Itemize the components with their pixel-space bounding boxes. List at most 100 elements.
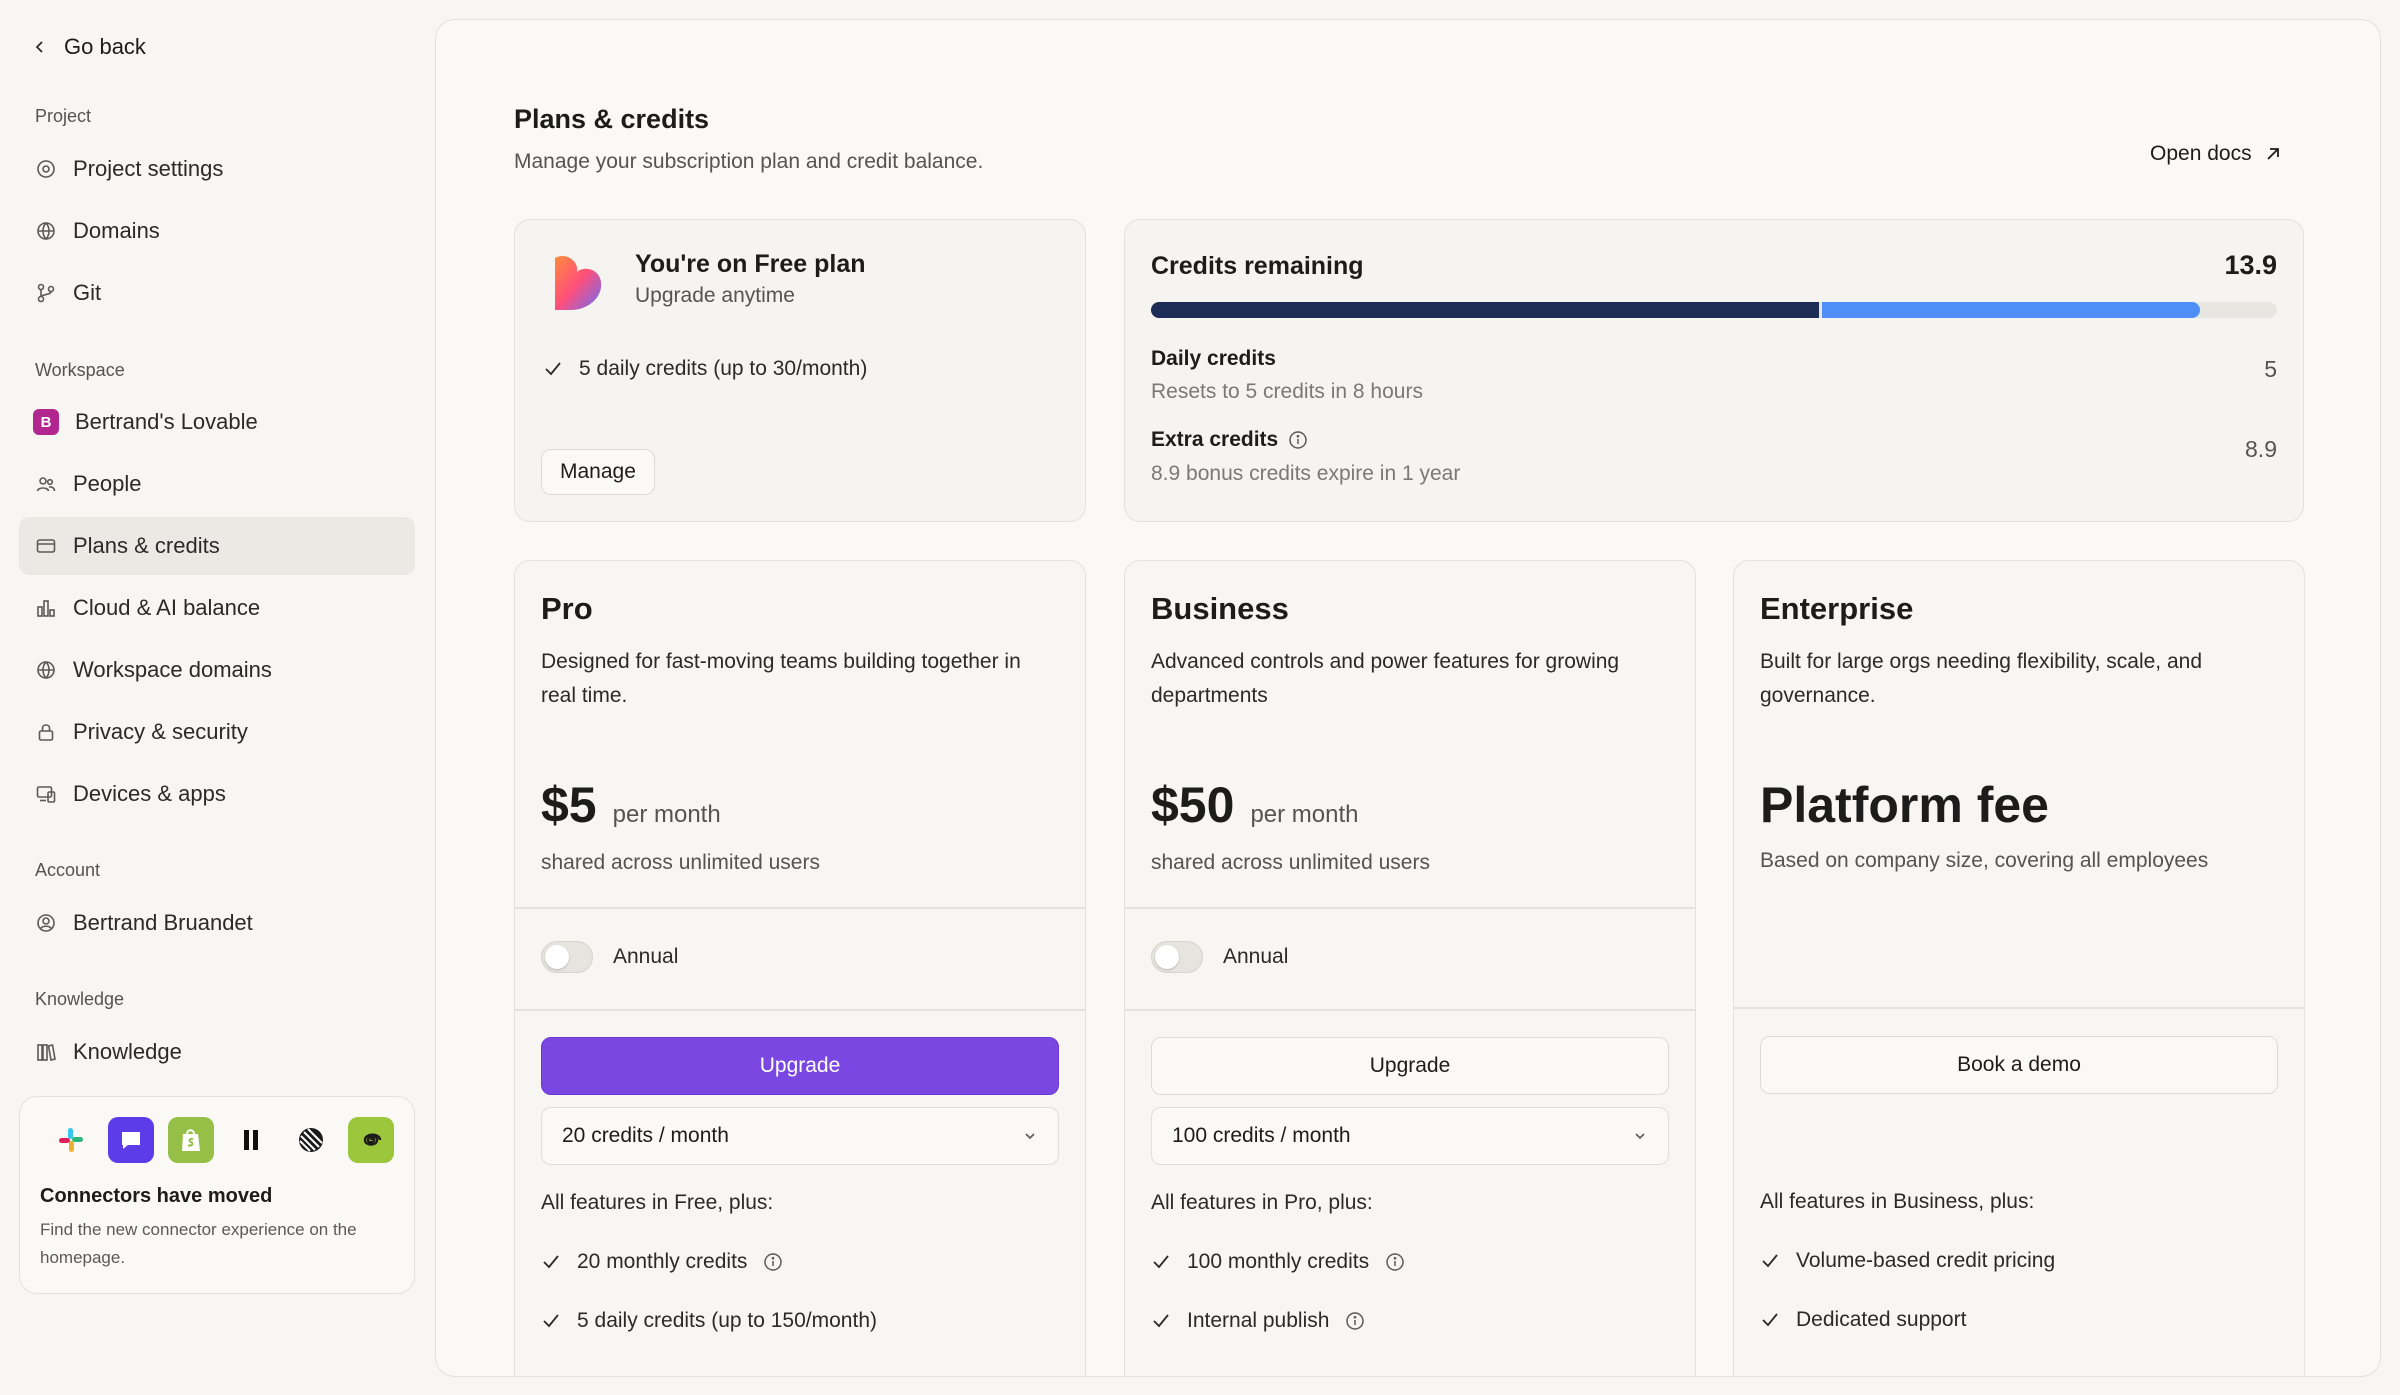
section-label-project: Project [35, 106, 92, 126]
tier-card-pro: Pro Designed for fast-moving teams build… [514, 560, 1086, 1376]
credits-progress-bar [1151, 302, 2277, 318]
features-head: All features in Business, plus: [1760, 1190, 2035, 1213]
tier-name: Business [1151, 591, 1289, 626]
business-credits-select[interactable]: 100 credits / month [1151, 1107, 1669, 1165]
daily-credits-label: Daily credits [1151, 347, 1276, 371]
select-value: 20 credits / month [562, 1124, 729, 1147]
page-subtitle: Manage your subscription plan and credit… [514, 150, 984, 173]
tier-price-period: per month [612, 801, 721, 828]
pro-credits-select[interactable]: 20 credits / month [541, 1107, 1059, 1165]
sidebar-item-label: Devices & apps [73, 781, 226, 806]
extra-credits-value: 8.9 [2245, 436, 2277, 462]
sidebar-item-domains[interactable]: Domains [19, 202, 415, 260]
current-plan-name: You're on Free plan [635, 250, 866, 278]
sidebar-item-people[interactable]: People [19, 455, 415, 513]
feature-label: Volume-based credit pricing [1796, 1249, 2056, 1272]
chevron-down-icon [1635, 1133, 1645, 1140]
tier-price-amount: Platform fee [1760, 777, 2049, 833]
daily-credits-sub: Resets to 5 credits in 8 hours [1151, 380, 1423, 403]
linear-pause-icon [228, 1117, 274, 1163]
lovable-heart-logo [555, 255, 602, 310]
tier-shared: Based on company size, covering all empl… [1760, 849, 2209, 872]
credits-bar-extra [1821, 302, 2201, 318]
tier-price: Platform fee [1760, 776, 2049, 834]
business-upgrade-button[interactable]: Upgrade [1151, 1037, 1669, 1095]
devices-icon [35, 783, 57, 805]
sidebar-item-label: Bertrand Bruandet [73, 910, 253, 935]
current-plan-feature: 5 daily credits (up to 30/month) [543, 357, 867, 381]
feature-item: 100 monthly credits [1151, 1250, 1405, 1274]
tier-shared: shared across unlimited users [1151, 851, 1430, 874]
workspace-avatar: B [33, 409, 59, 435]
tier-desc: Designed for fast-moving teams building … [541, 650, 1021, 707]
credit-card-icon [35, 535, 57, 557]
feature-item: 20 monthly credits [541, 1250, 783, 1274]
sidebar-item-devices-apps[interactable]: Devices & apps [19, 765, 415, 823]
tier-desc: Advanced controls and power features for… [1151, 650, 1620, 707]
extra-credits-label-text: Extra credits [1151, 428, 1279, 451]
extra-credits-sub: 8.9 bonus credits expire in 1 year [1151, 462, 1461, 485]
feature-label: Dedicated support [1796, 1308, 1967, 1331]
globe-icon [35, 659, 57, 681]
check-icon [543, 1255, 559, 1269]
sidebar: Go back Project Project settings Domains… [0, 0, 430, 1395]
people-icon [35, 473, 57, 495]
feature-item: Volume-based credit pricing [1760, 1249, 2055, 1273]
credits-total: 13.9 [2224, 250, 2277, 280]
annual-toggle[interactable] [541, 941, 593, 973]
sidebar-item-label: Cloud & AI balance [73, 595, 261, 620]
tier-price-amount: $5 [541, 777, 597, 833]
sidebar-item-knowledge[interactable]: Knowledge [19, 1023, 415, 1081]
manage-button[interactable]: Manage [541, 449, 655, 495]
feature-item: 5 daily credits (up to 150/month) [541, 1309, 877, 1333]
annual-toggle[interactable] [1151, 941, 1203, 973]
git-branch-icon [35, 282, 57, 304]
gear-icon [35, 158, 57, 180]
page-title: Plans & credits [514, 104, 710, 134]
sidebar-item-account-user[interactable]: Bertrand Bruandet [19, 894, 415, 952]
feature-item: Internal publish [1151, 1309, 1365, 1333]
sidebar-item-project-settings[interactable]: Project settings [19, 140, 415, 198]
annual-toggle-row: Annual [1151, 941, 1288, 973]
spiral-icon [348, 1117, 394, 1163]
tier-name: Enterprise [1760, 591, 1914, 626]
info-icon[interactable] [1288, 430, 1308, 450]
connectors-desc: Find the new connector experience on the… [40, 1220, 357, 1267]
sidebar-item-workspace[interactable]: B Bertrand's Lovable [19, 393, 415, 451]
daily-credits-label-text: Daily credits [1151, 347, 1276, 370]
feature-label: Internal publish [1187, 1309, 1330, 1332]
sidebar-item-workspace-domains[interactable]: Workspace domains [19, 641, 415, 699]
check-icon [543, 1314, 559, 1328]
go-back-link[interactable]: Go back [32, 34, 146, 60]
sidebar-item-label: Domains [73, 218, 160, 243]
connectors-card[interactable]: Connectors have moved Find the new conne… [19, 1096, 415, 1294]
sidebar-item-label: Bertrand's Lovable [75, 409, 258, 434]
features-head: All features in Free, plus: [541, 1191, 774, 1214]
open-docs-link[interactable]: Open docs [2150, 142, 2282, 166]
book-demo-button[interactable]: Book a demo [1760, 1036, 2278, 1094]
sidebar-item-plans-credits[interactable]: Plans & credits [19, 517, 415, 575]
tier-name: Pro [541, 591, 593, 626]
tier-price: $5 per month [541, 776, 721, 834]
annual-label: Annual [613, 945, 679, 968]
check-icon [1153, 1314, 1169, 1328]
info-icon[interactable] [763, 1252, 783, 1272]
divider [1125, 907, 1695, 909]
info-icon[interactable] [1385, 1252, 1405, 1272]
sidebar-item-cloud-ai[interactable]: Cloud & AI balance [19, 579, 415, 637]
feature-label: 20 monthly credits [577, 1250, 748, 1273]
stripe-like-icon [288, 1117, 334, 1163]
toggle-knob [1155, 945, 1179, 969]
pro-upgrade-button[interactable]: Upgrade [541, 1037, 1059, 1095]
sidebar-item-git[interactable]: Git [19, 264, 415, 322]
tier-card-enterprise: Enterprise Built for large orgs needing … [1733, 560, 2305, 1376]
divider [1125, 1009, 1695, 1011]
toggle-knob [545, 945, 569, 969]
check-icon [1762, 1254, 1778, 1268]
tier-price: $50 per month [1151, 776, 1359, 834]
slack-icon [48, 1117, 94, 1163]
info-icon[interactable] [1345, 1311, 1365, 1331]
sidebar-item-privacy-security[interactable]: Privacy & security [19, 703, 415, 761]
current-plan-upsell: Upgrade anytime [635, 284, 795, 307]
feature-item: Dedicated support [1760, 1308, 1966, 1332]
